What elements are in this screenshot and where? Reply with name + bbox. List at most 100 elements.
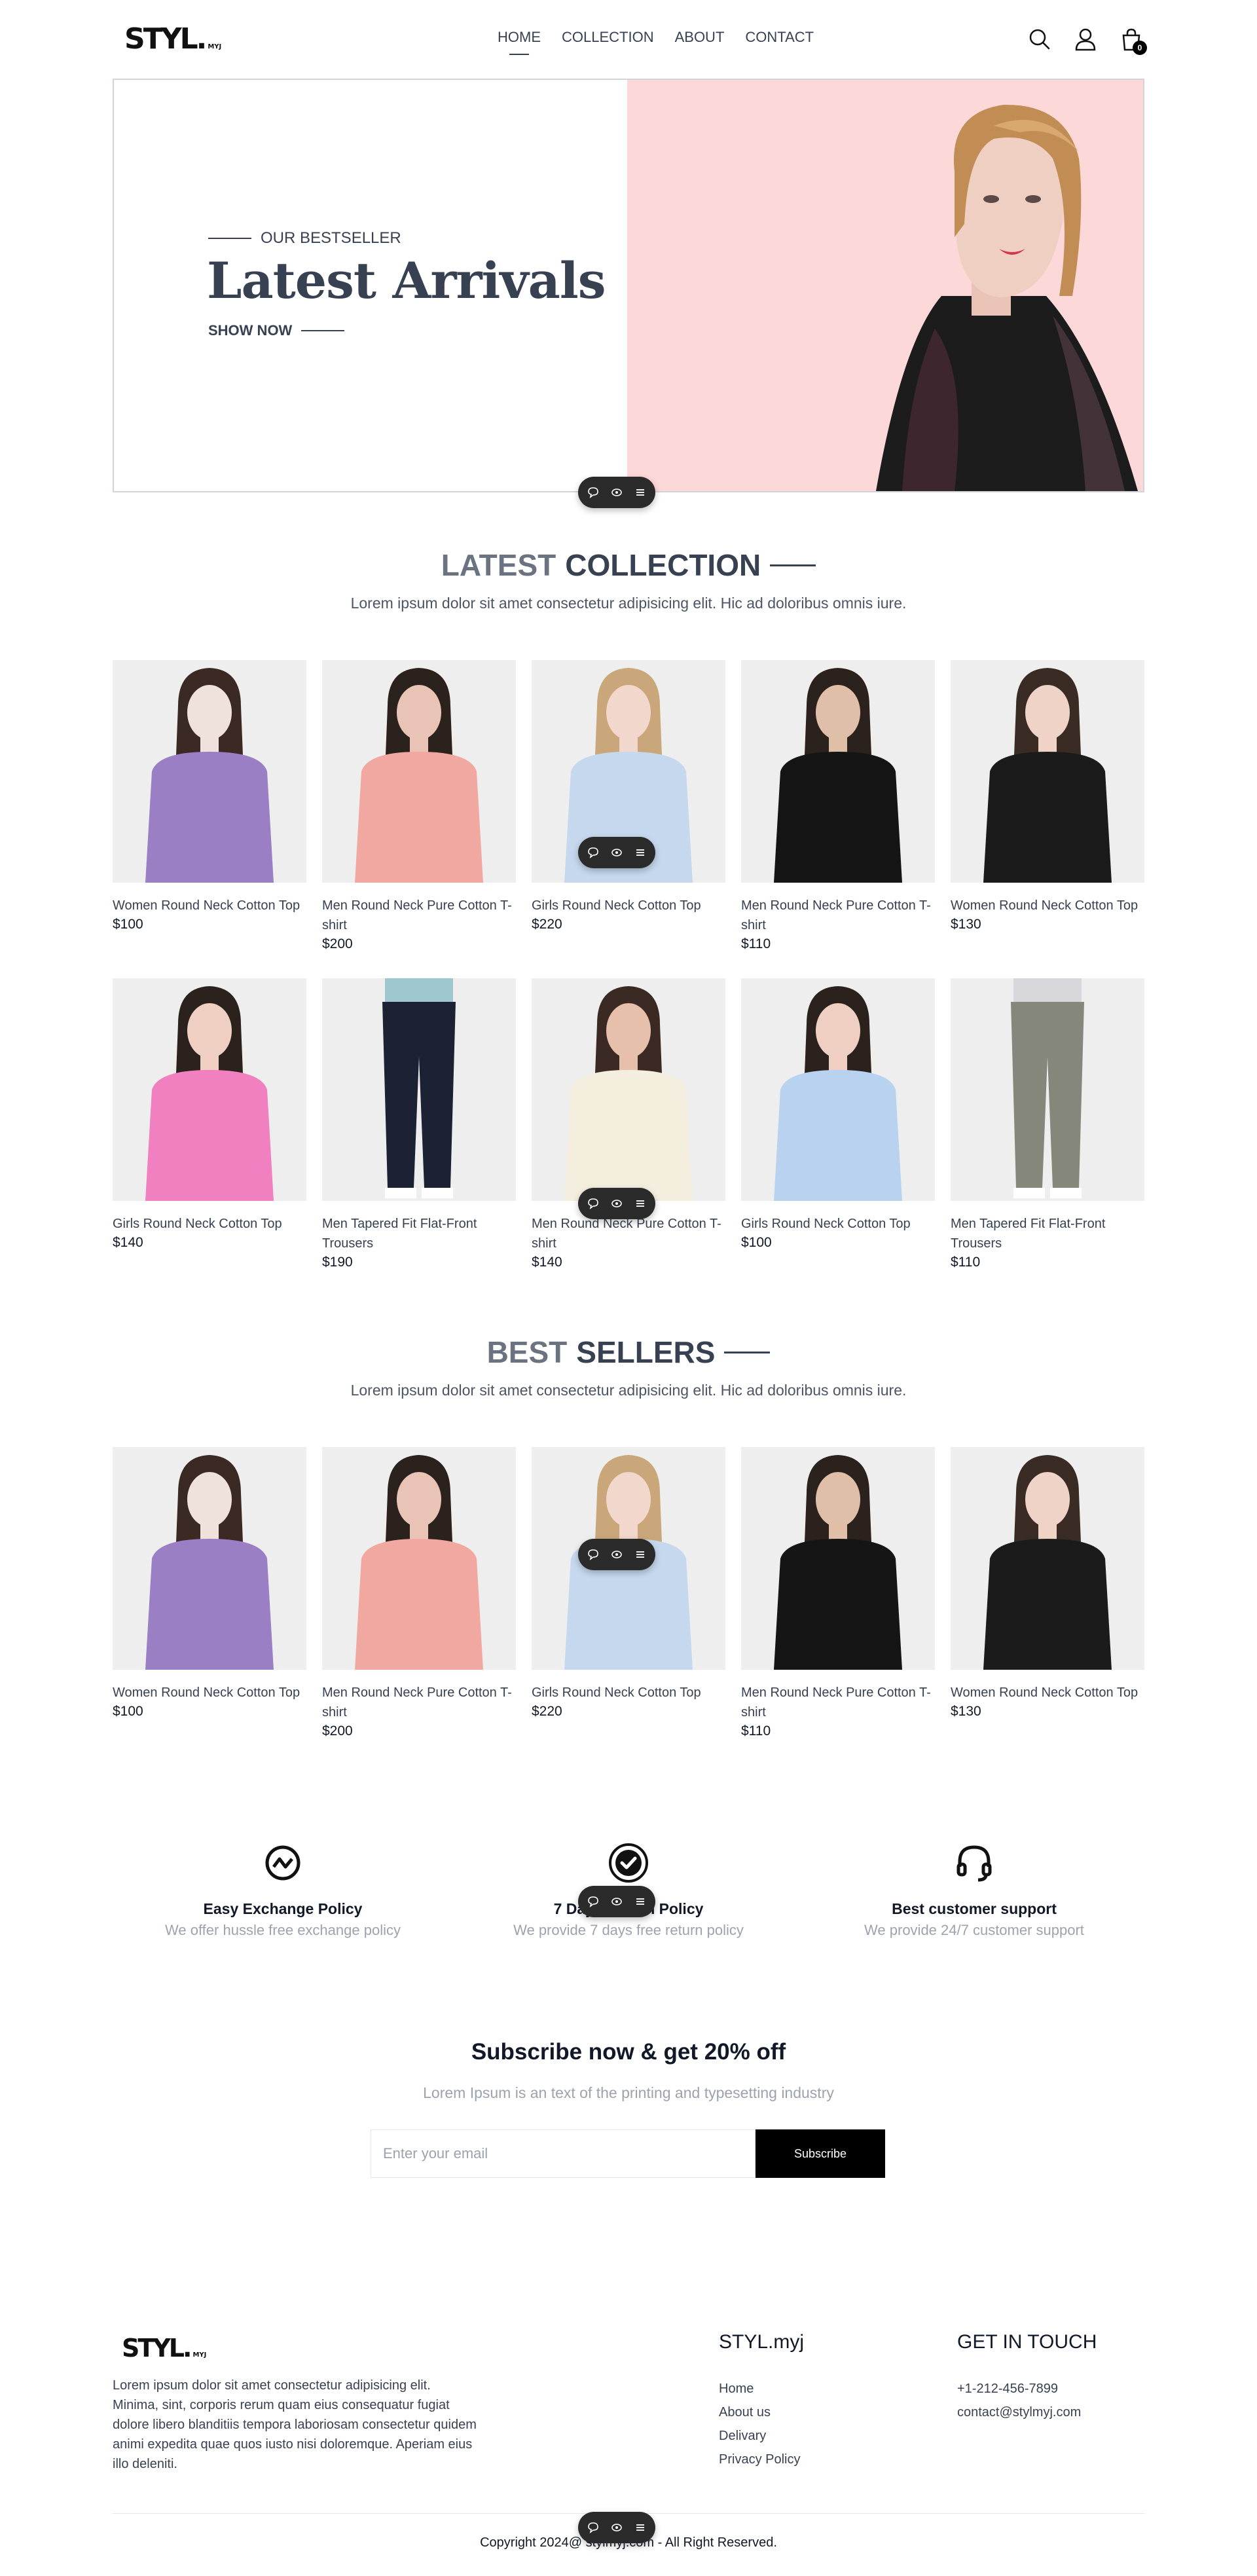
product-card[interactable]: Women Round Neck Cotton Top $130 xyxy=(951,1447,1144,1739)
product-card[interactable]: Women Round Neck Cotton Top $130 xyxy=(951,660,1144,952)
menu-icon[interactable] xyxy=(633,1894,647,1909)
floating-toolbar xyxy=(578,1188,655,1219)
footer-links: Home About us Delivary Privacy Policy xyxy=(719,2377,800,2471)
eye-icon[interactable] xyxy=(610,1547,624,1562)
product-price: $200 xyxy=(322,936,353,951)
product-name[interactable]: Girls Round Neck Cotton Top xyxy=(532,1683,725,1702)
product-name[interactable]: Women Round Neck Cotton Top xyxy=(113,896,306,915)
eye-icon[interactable] xyxy=(610,2520,624,2535)
product-name[interactable]: Men Round Neck Pure Cotton T-shirt xyxy=(741,896,935,935)
feature-desc: We provide 24/7 customer support xyxy=(864,1922,1084,1938)
product-card[interactable]: Men Round Neck Pure Cotton T-shirt $110 xyxy=(741,660,935,952)
product-price: $220 xyxy=(532,917,562,932)
product-image[interactable] xyxy=(951,978,1144,1201)
product-name[interactable]: Women Round Neck Cotton Top xyxy=(951,1683,1144,1702)
product-card[interactable]: Men Tapered Fit Flat-Front Trousers $110 xyxy=(951,978,1144,1270)
hero-title: Latest Arrivals xyxy=(207,251,606,310)
best-sellers-title: BEST SELLERS xyxy=(0,1334,1257,1370)
footer-logo[interactable]: STYL. MYJ xyxy=(122,2334,206,2363)
latest-collection-grid: Women Round Neck Cotton Top $100 Men Round… xyxy=(113,660,1144,1270)
product-image[interactable] xyxy=(322,1447,516,1670)
footer-email[interactable]: contact@stylmyj.com xyxy=(957,2401,1081,2424)
product-name[interactable]: Men Round Neck Pure Cotton T-shirt xyxy=(532,1214,725,1253)
product-image[interactable] xyxy=(113,1447,306,1670)
eye-icon[interactable] xyxy=(610,1196,624,1211)
footer-link-delivery[interactable]: Delivary xyxy=(719,2424,800,2448)
nav-link-collection[interactable]: COLLECTION xyxy=(562,29,654,51)
product-card[interactable]: Men Round Neck Pure Cotton T-shirt $110 xyxy=(741,1447,935,1739)
nav-link-about[interactable]: ABOUT xyxy=(675,29,725,51)
product-card[interactable]: Women Round Neck Cotton Top $100 xyxy=(113,1447,306,1739)
best-sellers-subtitle: Lorem ipsum dolor sit amet consectetur a… xyxy=(350,1382,907,1399)
email-input[interactable] xyxy=(371,2129,756,2178)
menu-icon[interactable] xyxy=(633,1196,647,1211)
comment-icon[interactable] xyxy=(586,2520,600,2535)
brand-logo[interactable]: STYL. MYJ xyxy=(124,22,221,56)
eye-icon[interactable] xyxy=(610,485,624,500)
search-icon[interactable] xyxy=(1027,26,1053,52)
product-card[interactable]: Girls Round Neck Cotton Top $220 xyxy=(532,1447,725,1739)
subscribe-desc: Lorem Ipsum is an text of the printing a… xyxy=(423,2084,834,2101)
product-price: $140 xyxy=(532,1255,562,1270)
product-image[interactable] xyxy=(741,978,935,1201)
product-image[interactable] xyxy=(951,660,1144,883)
footer-phone[interactable]: +1-212-456-7899 xyxy=(957,2377,1081,2401)
product-name[interactable]: Men Round Neck Pure Cotton T-shirt xyxy=(322,1683,516,1722)
product-name[interactable]: Girls Round Neck Cotton Top xyxy=(113,1214,306,1234)
nav-link-home[interactable]: HOME xyxy=(498,29,541,55)
product-name[interactable]: Men Tapered Fit Flat-Front Trousers xyxy=(322,1214,516,1253)
product-card[interactable]: Girls Round Neck Cotton Top $140 xyxy=(113,978,306,1270)
product-image[interactable] xyxy=(951,1447,1144,1670)
footer-about-text: Lorem ipsum dolor sit amet consectetur a… xyxy=(113,2378,477,2471)
menu-icon[interactable] xyxy=(633,845,647,860)
comment-icon[interactable] xyxy=(586,485,600,500)
comment-icon[interactable] xyxy=(586,845,600,860)
product-price: $140 xyxy=(113,1235,143,1250)
product-image[interactable] xyxy=(741,660,935,883)
product-card[interactable]: Men Round Neck Pure Cotton T-shirt $200 xyxy=(322,660,516,952)
feature-exchange: Easy Exchange Policy We offer hussle fre… xyxy=(113,1840,453,1939)
product-name[interactable]: Men Round Neck Pure Cotton T-shirt xyxy=(322,896,516,935)
comment-icon[interactable] xyxy=(586,1894,600,1909)
product-image[interactable] xyxy=(532,978,725,1201)
shop-now-link[interactable]: SHOW NOW xyxy=(208,322,345,339)
eye-icon[interactable] xyxy=(610,1894,624,1909)
feature-support: Best customer support We provide 24/7 cu… xyxy=(804,1840,1144,1939)
comment-icon[interactable] xyxy=(586,1547,600,1562)
eye-icon[interactable] xyxy=(610,845,624,860)
product-name[interactable]: Girls Round Neck Cotton Top xyxy=(532,896,725,915)
product-name[interactable]: Girls Round Neck Cotton Top xyxy=(741,1214,935,1234)
product-image[interactable] xyxy=(322,978,516,1201)
product-card[interactable]: Girls Round Neck Cotton Top $100 xyxy=(741,978,935,1270)
product-name[interactable]: Women Round Neck Cotton Top xyxy=(113,1683,306,1702)
nav-link-contact[interactable]: CONTACT xyxy=(745,29,814,51)
cart-icon[interactable]: 0 xyxy=(1118,26,1147,55)
product-card[interactable]: Men Tapered Fit Flat-Front Trousers $190 xyxy=(322,978,516,1270)
product-card[interactable]: Girls Round Neck Cotton Top $220 xyxy=(532,660,725,952)
footer-link-privacy[interactable]: Privacy Policy xyxy=(719,2448,800,2471)
product-name[interactable]: Men Round Neck Pure Cotton T-shirt xyxy=(741,1683,935,1722)
product-card[interactable]: Men Round Neck Pure Cotton T-shirt $140 xyxy=(532,978,725,1270)
product-card[interactable]: Women Round Neck Cotton Top $100 xyxy=(113,660,306,952)
product-price: $100 xyxy=(113,1704,143,1719)
product-image[interactable] xyxy=(113,660,306,883)
product-image[interactable] xyxy=(113,978,306,1201)
product-price: $200 xyxy=(322,1723,353,1739)
menu-icon[interactable] xyxy=(633,2520,647,2535)
product-image[interactable] xyxy=(322,660,516,883)
product-name[interactable]: Men Tapered Fit Flat-Front Trousers xyxy=(951,1214,1144,1253)
product-price: $220 xyxy=(532,1704,562,1719)
product-name[interactable]: Women Round Neck Cotton Top xyxy=(951,896,1144,915)
product-price: $130 xyxy=(951,1704,981,1719)
subscribe-title: Subscribe now & get 20% off xyxy=(471,2039,786,2065)
footer-link-about[interactable]: About us xyxy=(719,2401,800,2424)
footer-link-home[interactable]: Home xyxy=(719,2377,800,2401)
menu-icon[interactable] xyxy=(633,1547,647,1562)
menu-icon[interactable] xyxy=(633,485,647,500)
product-card[interactable]: Men Round Neck Pure Cotton T-shirt $200 xyxy=(322,1447,516,1739)
comment-icon[interactable] xyxy=(586,1196,600,1211)
subscribe-button[interactable]: Subscribe xyxy=(756,2129,885,2178)
product-image[interactable] xyxy=(741,1447,935,1670)
user-icon[interactable] xyxy=(1072,26,1099,52)
latest-collection-title: LATEST COLLECTION xyxy=(0,547,1257,583)
